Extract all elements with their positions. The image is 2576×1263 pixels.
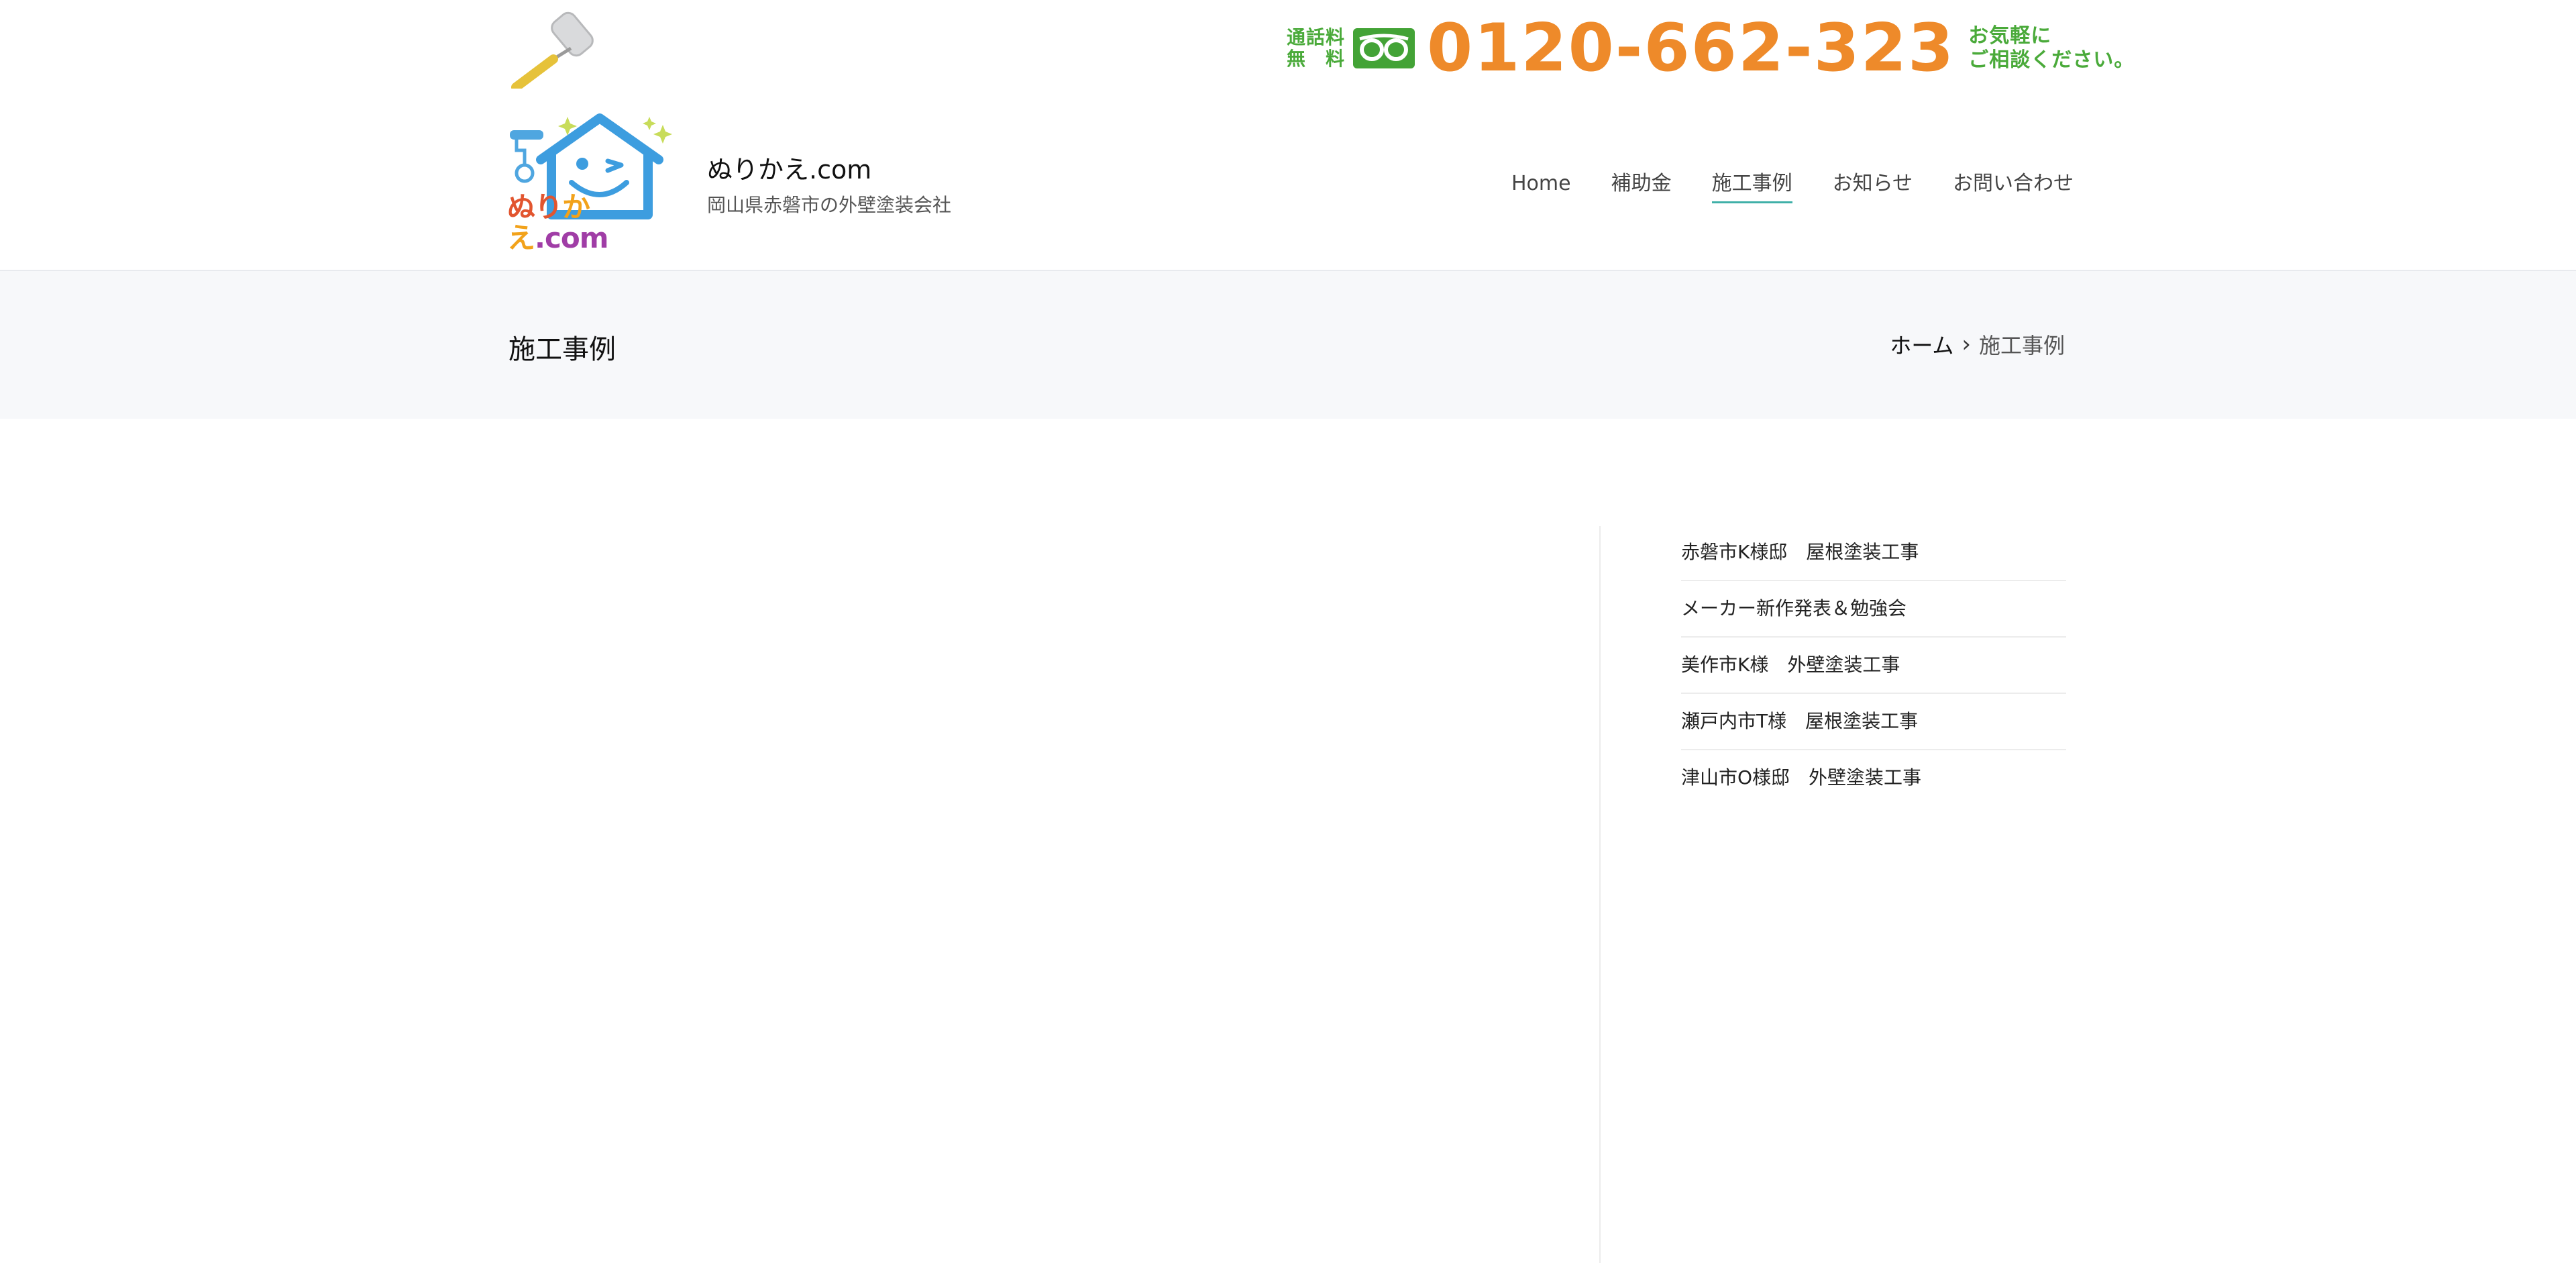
nav-item-news[interactable]: お知らせ — [1833, 168, 1913, 203]
recent-post-link[interactable]: 瀬戸内市T様 屋根塗装工事 — [1681, 694, 2066, 750]
recent-post-link[interactable]: 美作市K様 外壁塗装工事 — [1681, 638, 2066, 694]
logo-wordmark-part3: .com — [535, 221, 608, 254]
phone-cta-line2: ご相談ください。 — [1968, 48, 2135, 72]
site-logo[interactable]: ぬりかえ.com — [507, 113, 682, 254]
recent-post-link[interactable]: 津山市O様邸 外壁塗装工事 — [1681, 750, 2066, 805]
nav-item-home[interactable]: Home — [1511, 168, 1571, 203]
breadcrumb-current: 施工事例 — [1978, 333, 2065, 358]
toll-free-label-top: 通話料 — [1287, 26, 1346, 48]
breadcrumb: ホーム › 施工事例 — [1890, 329, 2065, 360]
paint-roller-icon — [511, 11, 594, 89]
toll-free-label-bottom: 無 料 — [1287, 48, 1346, 70]
page-title: 施工事例 — [508, 334, 616, 365]
main-nav: Home 補助金 施工事例 お知らせ お問い合わせ — [1511, 168, 2074, 203]
sidebar-recent-posts: 赤磐市K様邸 屋根塗装工事 メーカー新作発表＆勉強会 美作市K様 外壁塗装工事 … — [1681, 525, 2066, 805]
phone-number[interactable]: 0120-662-323 — [1427, 15, 1955, 82]
phone-cta-line1: お気軽に — [1968, 24, 2052, 48]
phone-cta: お気軽に ご相談ください。 — [1968, 24, 2135, 72]
site-tagline: 岡山県赤磐市の外壁塗装会社 — [707, 194, 952, 216]
nav-item-contact[interactable]: お問い合わせ — [1953, 168, 2074, 203]
breadcrumb-home-link[interactable]: ホーム — [1890, 329, 1953, 360]
content-sidebar-divider — [1599, 526, 1601, 1263]
logo-wordmark: ぬりかえ.com — [507, 192, 682, 254]
page: 通話料 無 料 0120-662-323 お気軽に ご相談ください。 ぬりかえ.… — [0, 0, 2576, 1263]
toll-free-label: 通話料 無 料 — [1287, 27, 1345, 70]
phone-banner[interactable]: 通話料 無 料 0120-662-323 お気軽に ご相談ください。 — [1287, 15, 2135, 82]
recent-post-link[interactable]: 赤磐市K様邸 屋根塗装工事 — [1681, 525, 2066, 581]
breadcrumb-separator-icon: › — [1962, 331, 1971, 358]
site-title[interactable]: ぬりかえ.com — [707, 149, 871, 186]
freedial-icon — [1353, 28, 1415, 68]
recent-post-link[interactable]: メーカー新作発表＆勉強会 — [1681, 581, 2066, 638]
nav-item-case-studies[interactable]: 施工事例 — [1711, 168, 1792, 203]
logo-wordmark-part1: ぬり — [507, 191, 563, 223]
nav-item-subsidy[interactable]: 補助金 — [1611, 168, 1672, 203]
page-title-band: 施工事例 ホーム › 施工事例 — [0, 270, 2576, 419]
